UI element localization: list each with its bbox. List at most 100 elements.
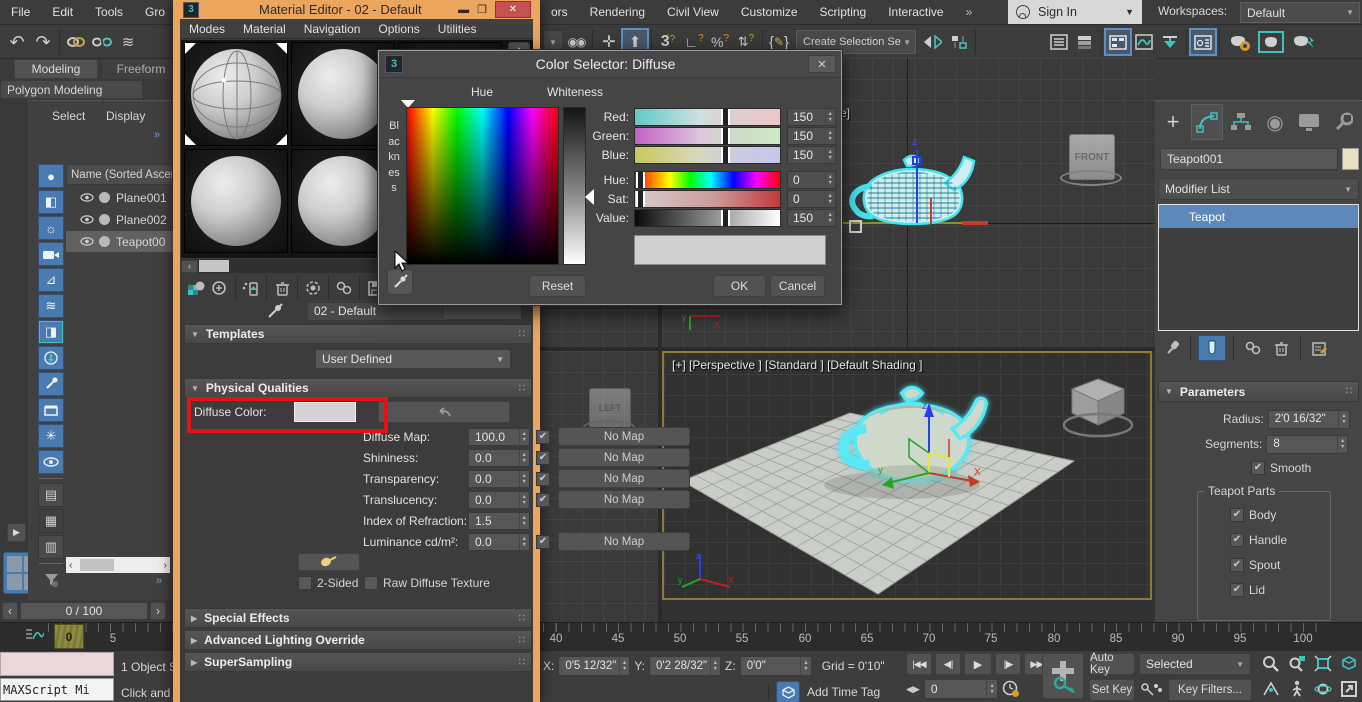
templates-dropdown[interactable]: User Defined ▼ <box>315 349 511 369</box>
menu-file[interactable]: File <box>0 0 41 24</box>
menu-scripting[interactable]: Scripting <box>809 0 878 24</box>
tab-motion-icon[interactable]: ◉ <box>1259 104 1291 140</box>
spinner-arrows[interactable]: ▲ ▼ <box>618 657 629 675</box>
redo-icon[interactable]: ↷ <box>30 29 56 55</box>
auto-key-button[interactable]: Auto Key <box>1089 652 1135 676</box>
previous-frame-button[interactable]: ◀|| <box>935 653 961 675</box>
orbit-icon[interactable] <box>1310 677 1335 701</box>
luminance-picker-button[interactable] <box>298 553 360 571</box>
filter-spacewarps-icon[interactable]: ≋ <box>38 294 64 318</box>
explorer-view-list-icon[interactable]: ▤ <box>38 483 64 507</box>
render-production-teapot-icon[interactable] <box>1287 29 1319 55</box>
spinner-arrows[interactable]: ▲ ▼ <box>709 657 720 675</box>
spinner-arrows[interactable]: ▲ ▼ <box>518 533 529 550</box>
scrollbar-thumb[interactable] <box>80 559 115 571</box>
render-settings-teapot-icon[interactable] <box>1223 29 1255 55</box>
slots-scroll-thumb[interactable] <box>199 260 229 272</box>
eye-icon[interactable] <box>80 237 94 246</box>
spinner-arrows[interactable]: ▲ ▼ <box>1336 435 1347 453</box>
diffuse-color-reset-button[interactable] <box>378 400 510 423</box>
play-button[interactable]: ▶ <box>964 653 992 675</box>
tab-modify-icon[interactable] <box>1191 104 1223 140</box>
explorer-column-header[interactable]: Name (Sorted Ascend <box>66 164 173 185</box>
zoom-extents-all-icon[interactable] <box>1336 651 1361 675</box>
explorer-flyout-button[interactable]: ▶ <box>7 523 26 542</box>
hue-spinner[interactable]: 0 ▲ ▼ <box>787 170 836 189</box>
menu-interactive[interactable]: Interactive <box>877 0 954 24</box>
configure-modifier-sets-icon[interactable] <box>1308 335 1332 361</box>
ribbon-tab-modeling[interactable]: Modeling <box>14 59 98 79</box>
diffuse-map-button[interactable]: No Map <box>558 427 690 446</box>
object-dot-icon[interactable] <box>99 214 110 225</box>
eye-icon[interactable] <box>80 215 94 224</box>
me-menu-utilities[interactable]: Utilities <box>429 19 486 38</box>
trackbar-curve-icon[interactable] <box>24 627 44 643</box>
value-slider[interactable] <box>634 208 781 227</box>
z-coord-field[interactable]: 0'0" ▲ ▼ <box>739 656 812 676</box>
body-checkbox[interactable] <box>1230 508 1244 522</box>
material-editor-titlebar[interactable]: 3 Material Editor - 02 - Default ▬ ❒ ✕ <box>180 0 533 19</box>
tab-hierarchy-icon[interactable] <box>1225 104 1257 140</box>
sat-spinner[interactable]: 0 ▲ ▼ <box>787 189 836 208</box>
spinner-arrows[interactable]: ▲ ▼ <box>824 190 835 207</box>
spinner-arrows[interactable]: ▲ ▼ <box>518 470 529 487</box>
spinner-arrows[interactable]: ▲ ▼ <box>824 146 835 163</box>
explorer-row-plane001[interactable]: Plane001 <box>66 187 173 208</box>
raw-diffuse-texture-checkbox[interactable] <box>364 576 378 590</box>
sample-slot-1-selected[interactable] <box>184 42 288 146</box>
handle-checkbox[interactable] <box>1230 533 1244 547</box>
pick-material-eyedropper-icon[interactable] <box>266 302 283 320</box>
next-frame-button[interactable]: ||▶ <box>995 653 1021 675</box>
spinner-arrows[interactable]: ▲ ▼ <box>824 127 835 144</box>
get-material-icon[interactable] <box>184 275 208 301</box>
object-name-field[interactable]: Teapot001 <box>1160 148 1338 170</box>
diffuse-map-checkbox[interactable] <box>536 429 550 444</box>
lid-checkbox[interactable] <box>1230 583 1244 597</box>
filter-shapes-icon[interactable]: ◧ <box>38 190 64 214</box>
undo-icon[interactable]: ↶ <box>4 29 30 55</box>
scroll-left-icon[interactable]: ‹ <box>69 560 72 571</box>
filter-xref-icon[interactable] <box>38 346 64 370</box>
physical-qualities-rollout-header[interactable]: ▼ Physical Qualities ∷ <box>184 378 532 398</box>
filter-geometry-icon[interactable]: ● <box>38 164 64 188</box>
menu-civil-view[interactable]: Civil View <box>656 0 730 24</box>
make-unique-icon[interactable] <box>1241 335 1265 361</box>
sample-slot-4[interactable] <box>184 149 288 253</box>
bind-to-space-warp-icon[interactable]: ≋ <box>115 29 141 55</box>
spinner-arrows[interactable]: ▲ ▼ <box>1338 410 1348 428</box>
eye-icon[interactable] <box>80 193 94 202</box>
value-spinner[interactable]: 150 ▲ ▼ <box>787 208 836 227</box>
maxscript-mini-listener[interactable]: MAXScript Mi <box>0 678 114 701</box>
color-selector-titlebar[interactable]: 3 Color Selector: Diffuse ✕ <box>379 51 841 78</box>
perspective-viewport[interactable]: [+] [Perspective ] [Standard ] [Default … <box>662 351 1152 600</box>
time-configuration-icon[interactable] <box>1002 680 1020 698</box>
templates-rollout-header[interactable]: ▼ Templates ∷ <box>184 324 532 344</box>
scene-explorer-icon[interactable] <box>1046 29 1072 55</box>
layer-manager-icon[interactable] <box>1072 29 1098 55</box>
transparency-map-button[interactable]: No Map <box>558 469 690 488</box>
cancel-button[interactable]: Cancel <box>770 275 825 297</box>
maximize-viewport-icon[interactable] <box>1336 677 1361 701</box>
parameters-rollout-header[interactable]: ▼ Parameters ∷ <box>1158 381 1359 402</box>
luminance-map-button[interactable]: No Map <box>558 532 690 551</box>
slots-scroll-left-icon[interactable]: ‹ <box>181 259 198 273</box>
make-unique-material-icon[interactable] <box>332 275 356 301</box>
shininess-amount[interactable]: 0.0 ▲ ▼ <box>468 448 530 467</box>
filter-helpers-icon[interactable]: ⊿ <box>38 268 64 292</box>
menu-group-clipped[interactable]: Gro <box>134 0 176 24</box>
blue-spinner[interactable]: 150 ▲ ▼ <box>787 145 836 164</box>
translucency-map-button[interactable]: No Map <box>558 490 690 509</box>
remove-modifier-trash-icon[interactable] <box>1269 335 1293 361</box>
spinner-arrows[interactable]: ▲ ▼ <box>518 512 529 529</box>
explorer-view-detail-icon[interactable]: ▥ <box>38 535 64 559</box>
shininess-map-button[interactable]: No Map <box>558 448 690 467</box>
assign-material-to-selection-icon[interactable] <box>239 275 263 301</box>
key-mode-toggle-icon[interactable] <box>1139 681 1163 699</box>
green-spinner[interactable]: 150 ▲ ▼ <box>787 126 836 145</box>
explorer-overflow-bottom[interactable]: » <box>156 575 162 587</box>
current-frame-field[interactable]: 0 ▲ ▼ <box>923 679 998 699</box>
modifier-stack[interactable]: Teapot <box>1158 204 1359 331</box>
dialog-close-icon[interactable]: ✕ <box>808 55 836 73</box>
ior-amount[interactable]: 1.5 ▲ ▼ <box>468 511 530 530</box>
spout-checkbox[interactable] <box>1230 558 1244 572</box>
